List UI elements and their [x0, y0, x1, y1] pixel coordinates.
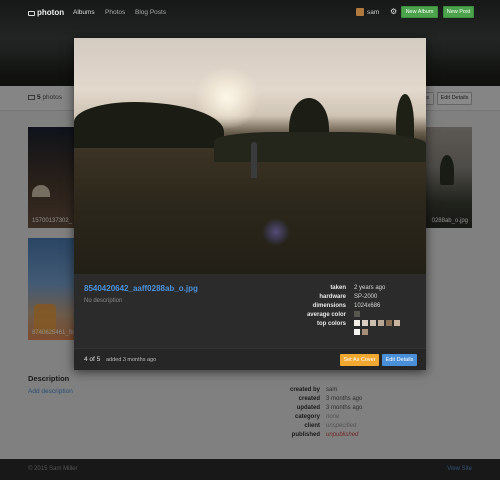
nav-blog-posts[interactable]: Blog Posts — [135, 9, 166, 16]
photo-counter: 4 of 5 — [84, 356, 101, 363]
brand-logo[interactable]: photon — [28, 8, 64, 17]
detail-key-taken: taken — [330, 285, 346, 291]
top-color-swatch — [362, 329, 368, 335]
nav-albums[interactable]: Albums — [73, 9, 95, 16]
detail-key-average-color: average color — [306, 312, 346, 318]
photo-added-time: added 3 months ago — [106, 357, 157, 363]
photo-field — [74, 148, 426, 274]
photo-person — [251, 142, 257, 178]
brand-name: photon — [37, 8, 65, 17]
gear-icon[interactable]: ⚙ — [390, 7, 397, 16]
new-post-button[interactable]: New Post — [443, 6, 474, 18]
photo-bushes — [214, 132, 426, 162]
top-color-swatch — [386, 320, 392, 326]
modal-footer: 4 of 5 added 3 months ago Set As Cover E… — [74, 348, 426, 370]
detail-value-hardware: SP-2000 — [354, 294, 378, 300]
top-color-swatch — [378, 320, 384, 326]
detail-value-dimensions: 1024x686 — [354, 303, 381, 309]
photo-description: No description — [84, 298, 123, 304]
nav-photos[interactable]: Photos — [105, 9, 125, 16]
detail-key-dimensions: dimensions — [312, 303, 346, 309]
set-as-cover-button[interactable]: Set As Cover — [340, 354, 379, 366]
edit-photo-details-button[interactable]: Edit Details — [382, 354, 417, 366]
detail-key-hardware: hardware — [319, 294, 346, 300]
new-album-button[interactable]: New Album — [401, 6, 438, 18]
photo-filename[interactable]: 8540420642_aaff0288ab_o.jpg — [84, 284, 198, 293]
top-color-swatch — [370, 320, 376, 326]
top-color-swatch — [354, 320, 360, 326]
photo-preview — [74, 38, 426, 274]
camera-icon — [28, 11, 35, 16]
top-color-swatch — [394, 320, 400, 326]
top-color-swatch — [354, 329, 360, 335]
top-nav: photon Albums Photos Blog Posts sam ⚙ Ne… — [0, 0, 500, 24]
user-name[interactable]: sam — [367, 9, 379, 16]
photo-lens-flare — [262, 218, 290, 246]
avatar[interactable] — [356, 8, 364, 16]
photo-info-panel: 8540420642_aaff0288ab_o.jpg No descripti… — [74, 274, 426, 348]
top-color-swatch — [362, 320, 368, 326]
photo-modal: 8540420642_aaff0288ab_o.jpg No descripti… — [74, 38, 426, 370]
detail-value-taken: 2 years ago — [354, 285, 386, 291]
detail-key-top-colors: top colors — [316, 321, 346, 327]
average-color-swatch — [354, 311, 360, 317]
